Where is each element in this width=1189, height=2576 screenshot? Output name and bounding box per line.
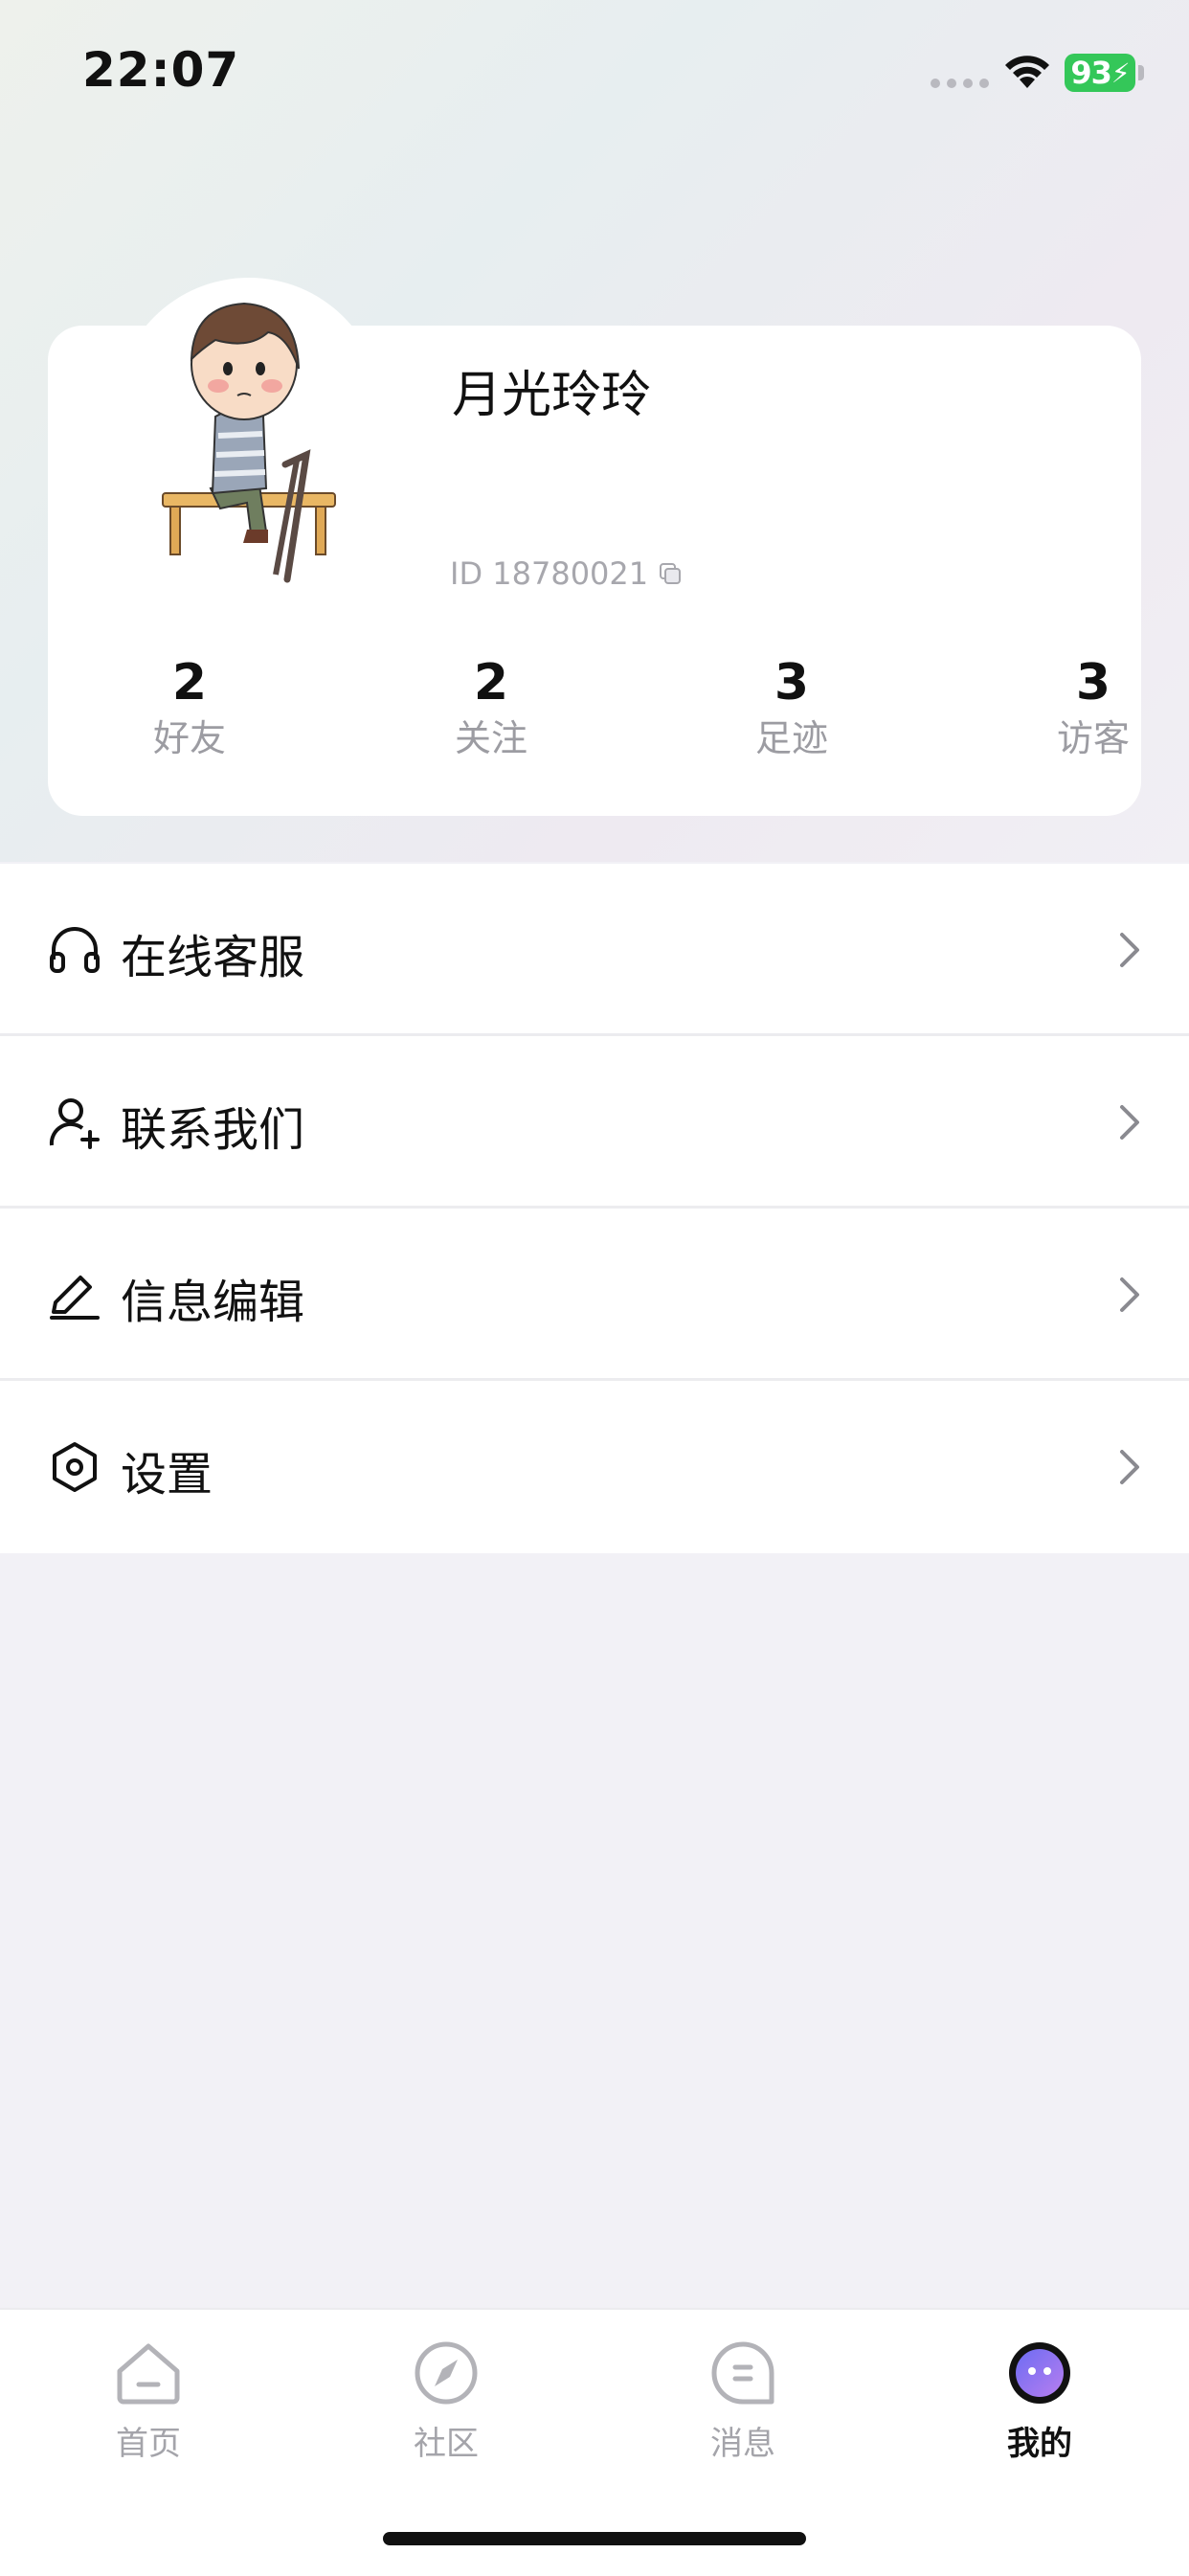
cellular-signal-icon <box>931 79 989 88</box>
profile-id-text: ID 18780021 <box>450 555 649 592</box>
stat-footprints[interactable]: 3 足迹 <box>696 651 887 762</box>
menu-item-label: 设置 <box>121 1448 213 1502</box>
menu-list: 在线客服 联系我们 信息编辑 设置 <box>0 864 1189 1553</box>
chevron-right-icon <box>1120 1277 1139 1312</box>
hexagon-settings-icon <box>53 1442 97 1492</box>
chevron-right-icon <box>1120 933 1139 967</box>
stat-friends[interactable]: 2 好友 <box>94 651 285 762</box>
tab-label: 消息 <box>710 2425 775 2463</box>
chevron-right-icon <box>1120 1450 1139 1484</box>
chevron-right-icon <box>1120 1105 1139 1140</box>
stat-value: 2 <box>171 654 208 712</box>
stat-label: 关注 <box>454 717 527 759</box>
copy-icon[interactable] <box>658 561 683 586</box>
wifi-icon <box>1005 56 1049 88</box>
pencil-icon <box>50 1276 100 1320</box>
status-bar: 22:07 93 ⚡ <box>0 0 1189 144</box>
person-add-icon <box>49 1098 100 1149</box>
tab-mine[interactable]: 我的 <box>944 2339 1135 2464</box>
menu-item-label: 在线客服 <box>121 931 305 984</box>
stat-following[interactable]: 2 关注 <box>395 651 587 762</box>
avatar[interactable] <box>144 282 364 589</box>
tab-label: 首页 <box>116 2425 181 2463</box>
menu-item-label: 联系我们 <box>121 1103 305 1157</box>
tab-label: 我的 <box>1007 2425 1072 2463</box>
headset-icon <box>50 927 100 973</box>
profile-id: ID 18780021 <box>450 555 683 592</box>
menu-item-edit-info[interactable]: 信息编辑 <box>0 1209 1189 1381</box>
tab-label: 社区 <box>414 2425 479 2463</box>
battery-nub <box>1138 65 1144 80</box>
stat-visitors[interactable]: 3 访客 <box>998 651 1189 762</box>
stat-label: 访客 <box>1056 717 1130 759</box>
menu-item-online-service[interactable]: 在线客服 <box>0 864 1189 1036</box>
menu-item-contact-us[interactable]: 联系我们 <box>0 1036 1189 1209</box>
menu-item-label: 信息编辑 <box>121 1276 305 1329</box>
profile-stats: 2 好友 2 关注 3 足迹 3 访客 <box>48 651 1141 776</box>
tab-community[interactable]: 社区 <box>350 2339 542 2464</box>
profile-nickname: 月光玲玲 <box>452 367 652 424</box>
stat-value: 3 <box>774 654 810 712</box>
status-time: 22:07 <box>82 42 240 98</box>
stat-label: 足迹 <box>754 717 828 759</box>
tab-home[interactable]: 首页 <box>53 2339 244 2464</box>
message-icon <box>711 2341 774 2405</box>
battery-level: 93 <box>1070 55 1112 91</box>
home-icon <box>117 2343 180 2405</box>
stat-value: 2 <box>473 654 509 712</box>
home-indicator <box>383 2532 806 2545</box>
tab-messages[interactable]: 消息 <box>647 2339 839 2464</box>
stat-value: 3 <box>1075 654 1111 712</box>
profile-face-icon <box>1009 2342 1070 2404</box>
menu-item-settings[interactable]: 设置 <box>0 1381 1189 1553</box>
stat-label: 好友 <box>152 717 226 759</box>
battery-icon: 93 ⚡ <box>1065 54 1135 92</box>
compass-icon <box>415 2341 478 2405</box>
